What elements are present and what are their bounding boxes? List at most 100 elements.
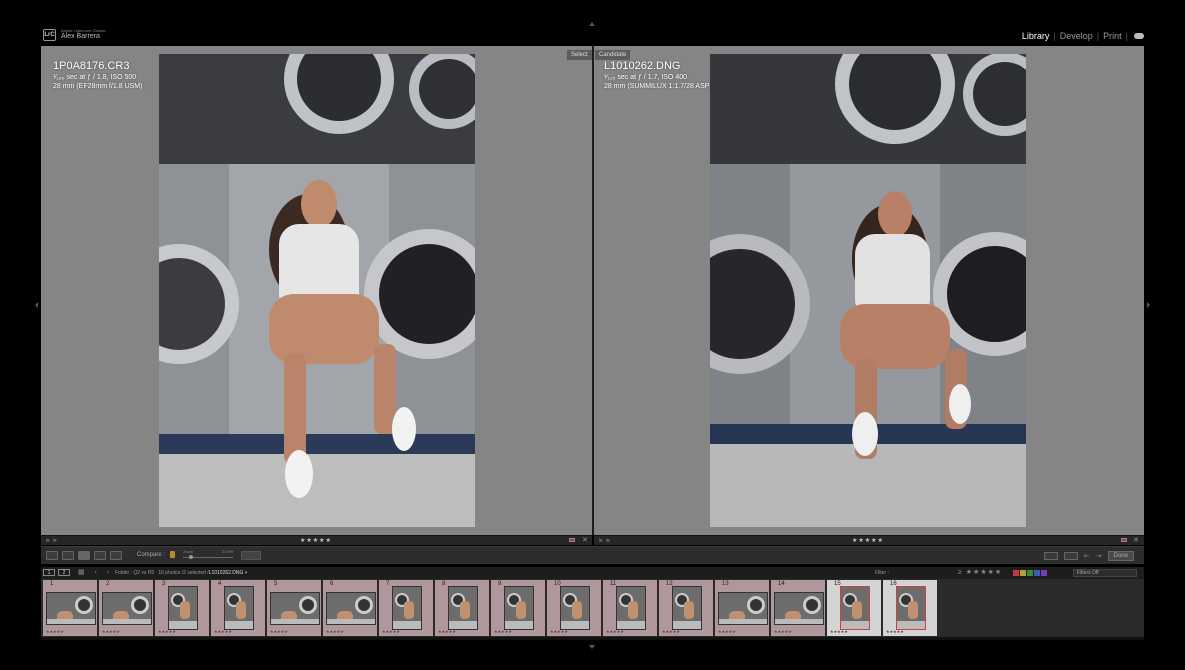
toolbar: Compare : Zoom 23.9% ⇤ ⇥ Done bbox=[41, 546, 1144, 564]
filmstrip-nav-icons[interactable]: ▦ ‹ › bbox=[78, 568, 113, 576]
filters-off-dropdown[interactable]: Filters Off bbox=[1073, 569, 1137, 577]
done-button[interactable]: Done bbox=[1107, 551, 1134, 561]
color-label-swatch[interactable] bbox=[1034, 570, 1040, 576]
photo-count: 16 photos /2 selected / bbox=[158, 570, 209, 576]
candidate-rating-stars[interactable]: ★★★★★ bbox=[852, 537, 884, 544]
select-photo-image bbox=[159, 54, 475, 527]
zoom-slider-thumb[interactable] bbox=[189, 555, 193, 559]
cell-rating-stars[interactable]: ★★★★★ bbox=[270, 629, 288, 634]
main-window-button[interactable]: 1 bbox=[43, 569, 55, 576]
sync-button[interactable] bbox=[241, 551, 261, 560]
grid-view-icon[interactable] bbox=[46, 551, 58, 560]
filmstrip-cell[interactable]: 5 ★★★★★ bbox=[267, 580, 322, 636]
cell-index: 7 bbox=[386, 581, 390, 587]
filmstrip-cell[interactable]: 13 ★★★★★ bbox=[715, 580, 770, 636]
candidate-info-strip: ⚑ ⚑ ★★★★★ ✕ bbox=[594, 535, 1144, 545]
cell-rating-stars[interactable]: ★★★★★ bbox=[718, 629, 736, 634]
bottom-bar bbox=[41, 637, 1144, 640]
cell-rating-stars[interactable]: ★★★★★ bbox=[326, 629, 344, 634]
cell-rating-stars[interactable]: ★★★★★ bbox=[886, 629, 904, 634]
cell-thumbnail bbox=[616, 586, 646, 630]
cell-index: 2 bbox=[106, 581, 110, 587]
cell-rating-stars[interactable]: ★★★★★ bbox=[46, 629, 64, 634]
current-filename: L1010262.DNG bbox=[208, 570, 244, 576]
filmstrip-cell[interactable]: 4 ★★★★★ bbox=[211, 580, 266, 636]
survey-view-icon[interactable] bbox=[94, 551, 106, 560]
source-breadcrumb[interactable]: Folder : Q2 vs R5 16 photos /2 selected … bbox=[115, 570, 247, 576]
cell-rating-stars[interactable]: ★★★★★ bbox=[214, 629, 232, 634]
candidate-color-label[interactable] bbox=[1121, 538, 1127, 542]
second-window-button[interactable]: 2 bbox=[58, 569, 70, 576]
filmstrip-cell[interactable]: 9 ★★★★★ bbox=[491, 580, 546, 636]
cell-rating-stars[interactable]: ★★★★★ bbox=[606, 629, 624, 634]
collapse-right-panel-icon[interactable] bbox=[1147, 302, 1150, 308]
candidate-close-icon[interactable]: ✕ bbox=[1133, 536, 1139, 544]
cell-rating-stars[interactable]: ★★★★★ bbox=[158, 629, 176, 634]
filmstrip-cell[interactable]: 3 ★★★★★ bbox=[155, 580, 210, 636]
candidate-lens: 28 mm (SUMMILUX 1:1.7/28 ASPH.) bbox=[604, 82, 719, 90]
candidate-tag: Candidate bbox=[595, 50, 631, 60]
select-photo[interactable] bbox=[159, 54, 475, 527]
cell-rating-stars[interactable]: ★★★★★ bbox=[494, 629, 512, 634]
candidate-filename: L1010262.DNG bbox=[604, 60, 681, 72]
select-rating-stars[interactable]: ★★★★★ bbox=[300, 537, 332, 544]
color-label-swatch[interactable] bbox=[1041, 570, 1047, 576]
cell-thumbnail bbox=[504, 586, 534, 630]
module-print[interactable]: Print bbox=[1099, 31, 1126, 41]
cell-index: 8 bbox=[442, 581, 446, 587]
filmstrip-cell[interactable]: 11 ★★★★★ bbox=[603, 580, 658, 636]
color-label-swatch[interactable] bbox=[1020, 570, 1026, 576]
collapse-top-panel-icon[interactable] bbox=[589, 22, 595, 26]
loupe-view-icon[interactable] bbox=[62, 551, 74, 560]
zoom-label: Zoom bbox=[183, 549, 194, 554]
cell-thumbnail bbox=[102, 592, 152, 625]
filter-stars[interactable]: ≥ ★★★★★ bbox=[958, 568, 1002, 576]
module-library[interactable]: Library bbox=[1018, 31, 1054, 41]
swap-icon[interactable] bbox=[1043, 552, 1058, 560]
select-close-icon[interactable]: ✕ bbox=[582, 536, 588, 544]
filmstrip-cell[interactable]: 16 ★★★★★ bbox=[883, 580, 938, 636]
filmstrip-cell[interactable]: 12 ★★★★★ bbox=[659, 580, 714, 636]
filmstrip-cell[interactable]: 2 ★★★★★ bbox=[99, 580, 154, 636]
collapse-filmstrip-icon[interactable] bbox=[589, 645, 595, 649]
select-exposure: ¹⁄₁₆₀ sec at ƒ / 1.8, ISO 500 bbox=[53, 73, 137, 81]
filmstrip-cell[interactable]: 1 ★★★★★ bbox=[43, 580, 98, 636]
make-select-icon[interactable] bbox=[1063, 552, 1078, 560]
filmstrip-cell[interactable]: 15 ★★★★★ bbox=[827, 580, 882, 636]
cell-rating-stars[interactable]: ★★★★★ bbox=[438, 629, 456, 634]
filmstrip-cell[interactable]: 6 ★★★★★ bbox=[323, 580, 378, 636]
cell-rating-stars[interactable]: ★★★★★ bbox=[382, 629, 400, 634]
next-arrow-icon[interactable]: ⇥ bbox=[1096, 552, 1102, 560]
select-info-strip: ⚑ ⚑ ★★★★★ ✕ bbox=[41, 535, 592, 545]
color-label-swatch[interactable] bbox=[1013, 570, 1019, 576]
filter-color-labels bbox=[1013, 570, 1047, 576]
cell-thumbnail bbox=[718, 592, 768, 625]
cell-rating-stars[interactable]: ★★★★★ bbox=[550, 629, 568, 634]
collapse-left-panel-icon[interactable] bbox=[35, 302, 38, 308]
color-label-swatch[interactable] bbox=[1027, 570, 1033, 576]
cell-rating-stars[interactable]: ★★★★★ bbox=[662, 629, 680, 634]
filmstrip-cell[interactable]: 7 ★★★★★ bbox=[379, 580, 434, 636]
source-folder: Folder : Q2 vs R5 bbox=[115, 570, 155, 576]
filmstrip-cell[interactable]: 10 ★★★★★ bbox=[547, 580, 602, 636]
select-flag-icon[interactable]: ⚑ ⚑ bbox=[45, 538, 57, 545]
compare-label: Compare : bbox=[137, 552, 166, 558]
filmstrip-cell[interactable]: 8 ★★★★★ bbox=[435, 580, 490, 636]
cloud-icon[interactable] bbox=[1134, 33, 1144, 39]
cell-rating-stars[interactable]: ★★★★★ bbox=[774, 629, 792, 634]
identity-plate-user[interactable]: Alex Barrera bbox=[61, 33, 100, 40]
candidate-photo[interactable] bbox=[710, 54, 1026, 527]
compare-view-icon[interactable] bbox=[78, 551, 90, 560]
cell-rating-stars[interactable]: ★★★★★ bbox=[830, 629, 848, 634]
people-view-icon[interactable] bbox=[110, 551, 122, 560]
cell-index: 3 bbox=[162, 581, 166, 587]
select-lens: 28 mm (EF28mm f/1.8 USM) bbox=[53, 82, 143, 90]
candidate-flag-icon[interactable]: ⚑ ⚑ bbox=[598, 538, 610, 545]
cell-rating-stars[interactable]: ★★★★★ bbox=[102, 629, 120, 634]
lock-icon[interactable] bbox=[170, 551, 175, 558]
filmstrip-cell[interactable]: 14 ★★★★★ bbox=[771, 580, 826, 636]
previous-arrow-icon[interactable]: ⇤ bbox=[1084, 552, 1090, 560]
select-color-label[interactable] bbox=[569, 538, 575, 542]
filmstrip: 1 ★★★★★ 2 ★★★★★ 3 ★★★★★ 4 ★★★★★ 5 ★★★★★ 6 ★★★★★ 7 ★★★… bbox=[41, 579, 1144, 637]
module-develop[interactable]: Develop bbox=[1056, 31, 1097, 41]
